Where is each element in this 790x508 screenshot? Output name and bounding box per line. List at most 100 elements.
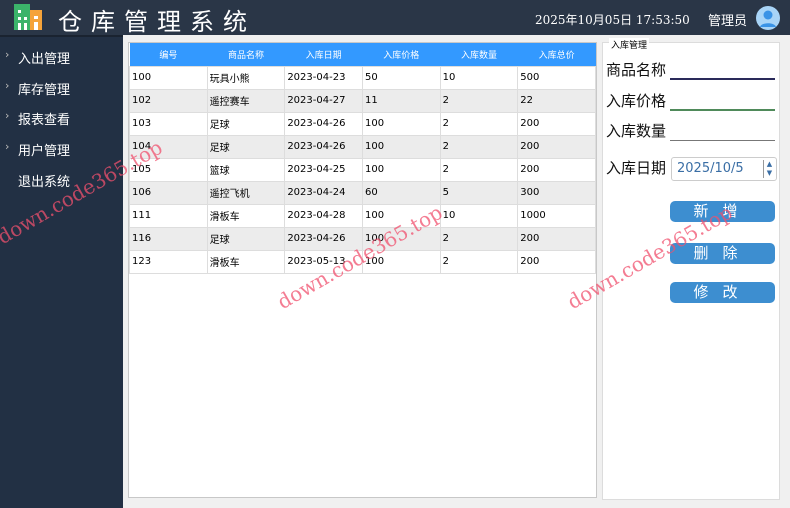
sidebar-item-inout[interactable]: › 入出管理 bbox=[0, 46, 123, 70]
table-row[interactable]: 106 遥控飞机 2023-04-24 60 5 300 bbox=[129, 180, 596, 205]
table-cell: 200 bbox=[517, 157, 596, 182]
table-cell: 2 bbox=[439, 88, 519, 113]
column-header[interactable]: 入库价格 bbox=[362, 43, 441, 66]
table-cell: 100 bbox=[361, 134, 441, 159]
table-cell: 11 bbox=[361, 88, 441, 113]
table-cell: 105 bbox=[129, 157, 208, 182]
sidebar-item-exit[interactable]: 退出系统 bbox=[0, 169, 123, 193]
datetime: 2025年10月05日 17:53:50 bbox=[535, 13, 690, 27]
sidebar-item-label: 退出系统 bbox=[18, 175, 71, 190]
table-cell: 2023-04-24 bbox=[284, 180, 363, 205]
table-cell: 60 bbox=[361, 180, 441, 205]
table-cell: 300 bbox=[517, 180, 596, 205]
column-header[interactable]: 入库数量 bbox=[440, 43, 518, 66]
table-cell: 玩具小熊 bbox=[206, 65, 286, 90]
table-row[interactable]: 102 遥控赛车 2023-04-27 11 2 22 bbox=[129, 88, 596, 113]
table-cell: 200 bbox=[517, 134, 596, 159]
table-cell: 100 bbox=[361, 249, 441, 274]
table-row[interactable]: 103 足球 2023-04-26 100 2 200 bbox=[129, 111, 596, 136]
table-cell: 103 bbox=[129, 111, 208, 136]
user-name: 管理员 bbox=[708, 14, 748, 29]
table-cell: 5 bbox=[439, 180, 519, 205]
column-header[interactable]: 编号 bbox=[129, 43, 208, 66]
column-header[interactable]: 商品名称 bbox=[207, 43, 285, 66]
qty-input[interactable] bbox=[670, 123, 775, 141]
table-cell: 50 bbox=[361, 65, 441, 90]
table-cell: 篮球 bbox=[206, 157, 286, 182]
sidebar-item-label: 报表查看 bbox=[18, 113, 71, 128]
table-cell: 10 bbox=[439, 65, 519, 90]
table-row[interactable]: 123 滑板车 2023-05-13 100 2 200 bbox=[129, 249, 596, 274]
table-cell: 2 bbox=[439, 111, 519, 136]
date-value: 2025/10/5 bbox=[677, 161, 744, 176]
name-input[interactable] bbox=[670, 62, 775, 80]
date-picker[interactable]: 2025/10/5 ▲ ▼ bbox=[671, 157, 777, 181]
table-cell: 2023-04-28 bbox=[284, 203, 363, 228]
table-cell: 遥控飞机 bbox=[206, 180, 286, 205]
table-cell: 2 bbox=[439, 226, 519, 251]
table-cell: 2023-04-23 bbox=[284, 65, 363, 90]
inbound-table: 编号 商品名称 入库日期 入库价格 入库数量 入库总价 100 玩具小熊 2023-04-23… bbox=[129, 43, 596, 274]
inbound-form: 入库管理 商品名称 入库价格 入库数量 入库日期 2025/10/5 ▲ ▼ 新增 … bbox=[602, 38, 780, 500]
sidebar-item-reports[interactable]: › 报表查看 bbox=[0, 107, 123, 131]
table-cell: 111 bbox=[129, 203, 208, 228]
table-cell: 足球 bbox=[206, 111, 286, 136]
chevron-right-icon: › bbox=[5, 109, 10, 122]
table-cell: 2 bbox=[439, 134, 519, 159]
table-cell: 2023-04-26 bbox=[284, 111, 363, 136]
table-row[interactable]: 116 足球 2023-04-26 100 2 200 bbox=[129, 226, 596, 251]
table-cell: 遥控赛车 bbox=[206, 88, 286, 113]
table-cell: 2023-04-26 bbox=[284, 134, 363, 159]
table-cell: 2023-04-25 bbox=[284, 157, 363, 182]
sidebar-item-label: 入出管理 bbox=[18, 52, 71, 67]
sidebar-item-label: 库存管理 bbox=[18, 83, 71, 98]
warehouse-logo-icon bbox=[14, 4, 42, 30]
table-cell: 2023-05-13 bbox=[284, 249, 363, 274]
add-button[interactable]: 新增 bbox=[670, 201, 775, 222]
table-cell: 102 bbox=[129, 88, 208, 113]
table-cell: 104 bbox=[129, 134, 208, 159]
table-row[interactable]: 105 篮球 2023-04-25 100 2 200 bbox=[129, 157, 596, 182]
spin-updown-icon[interactable]: ▲ ▼ bbox=[763, 160, 775, 178]
table-row[interactable]: 100 玩具小熊 2023-04-23 50 10 500 bbox=[129, 65, 596, 90]
table-cell: 200 bbox=[517, 226, 596, 251]
date-label: 入库日期 bbox=[606, 159, 667, 177]
app-header: 仓库管理系统 2025年10月05日 17:53:50 管理员 bbox=[0, 0, 790, 36]
table-cell: 足球 bbox=[206, 134, 286, 159]
sidebar: › 入出管理 › 库存管理 › 报表查看 › 用户管理 退出系统 bbox=[0, 35, 123, 508]
table-cell: 10 bbox=[439, 203, 519, 228]
sidebar-item-users[interactable]: › 用户管理 bbox=[0, 138, 123, 162]
delete-button[interactable]: 删除 bbox=[670, 243, 775, 264]
table-cell: 2 bbox=[439, 157, 519, 182]
table-cell: 200 bbox=[517, 249, 596, 274]
table-cell: 500 bbox=[517, 65, 596, 90]
table-cell: 滑板车 bbox=[206, 203, 286, 228]
table-cell: 116 bbox=[129, 226, 208, 251]
table-row[interactable]: 111 滑板车 2023-04-28 100 10 1000 bbox=[129, 203, 596, 228]
name-label: 商品名称 bbox=[606, 61, 667, 79]
sidebar-item-label: 用户管理 bbox=[18, 144, 71, 159]
table-cell: 100 bbox=[361, 111, 441, 136]
chevron-right-icon: › bbox=[5, 48, 10, 61]
chevron-right-icon: › bbox=[5, 140, 10, 153]
app-title: 仓库管理系统 bbox=[58, 8, 256, 36]
column-header[interactable]: 入库总价 bbox=[517, 43, 596, 66]
avatar-icon[interactable] bbox=[756, 6, 780, 30]
table-cell: 滑板车 bbox=[206, 249, 286, 274]
edit-button[interactable]: 修改 bbox=[670, 282, 775, 303]
table-cell: 106 bbox=[129, 180, 208, 205]
price-input[interactable] bbox=[670, 93, 775, 111]
table-cell: 22 bbox=[517, 88, 596, 113]
table-cell: 2023-04-27 bbox=[284, 88, 363, 113]
table-cell: 100 bbox=[361, 226, 441, 251]
column-header[interactable]: 入库日期 bbox=[284, 43, 363, 66]
table-cell: 1000 bbox=[517, 203, 596, 228]
form-group-title: 入库管理 bbox=[609, 38, 650, 51]
table-row[interactable]: 104 足球 2023-04-26 100 2 200 bbox=[129, 134, 596, 159]
price-label: 入库价格 bbox=[606, 92, 667, 110]
table-cell: 2 bbox=[439, 249, 519, 274]
table-cell: 100 bbox=[361, 203, 441, 228]
sidebar-item-inventory[interactable]: › 库存管理 bbox=[0, 77, 123, 101]
table-cell: 123 bbox=[129, 249, 208, 274]
chevron-right-icon: › bbox=[5, 79, 10, 92]
